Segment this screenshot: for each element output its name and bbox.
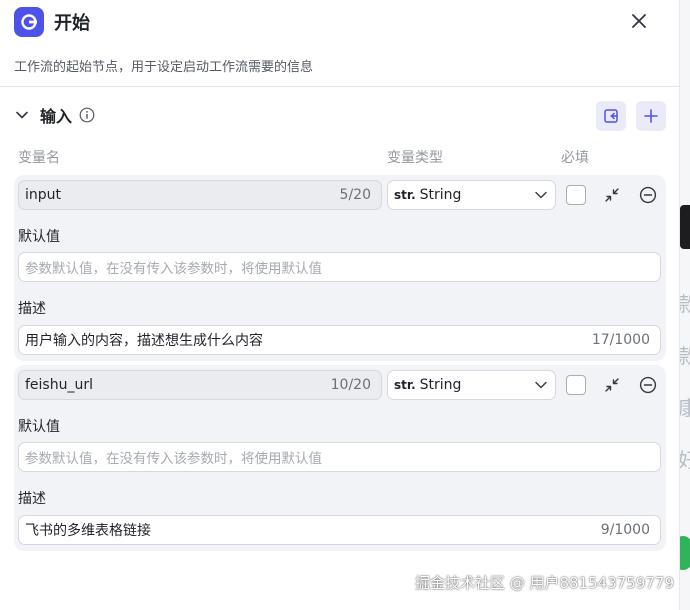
default-value-label: 默认值 <box>18 419 60 435</box>
chevron-down-icon <box>535 381 547 389</box>
info-icon[interactable] <box>79 107 95 123</box>
background-canvas-edge: 款 款 康 好 <box>680 0 690 610</box>
background-glyph: 款 <box>680 288 690 317</box>
type-tag: str. <box>394 188 416 202</box>
background-glyph: 康 <box>680 392 690 421</box>
close-icon[interactable] <box>629 11 649 31</box>
remove-variable-icon[interactable] <box>638 375 658 395</box>
input-section-header: 输入 <box>0 87 679 143</box>
background-glyph: 款 <box>680 340 690 369</box>
default-value-placeholder: 参数默认值，在没有传入该参数时，将使用默认值 <box>25 261 322 277</box>
variable-row: feishu_url 10/20 str. String <box>18 370 662 400</box>
type-value: String <box>419 187 462 203</box>
variable-type-select[interactable]: str. String <box>387 370 556 400</box>
start-node-icon <box>14 7 44 37</box>
description-value: 飞书的多维表格链接 <box>25 523 151 539</box>
description-label: 描述 <box>18 301 46 317</box>
plus-icon <box>644 109 658 123</box>
type-tag: str. <box>394 378 416 392</box>
page-title: 开始 <box>54 13 90 34</box>
background-status-dot <box>680 536 690 570</box>
import-variables-button[interactable] <box>596 101 626 131</box>
chevron-down-icon <box>535 191 547 199</box>
description-input[interactable]: 用户输入的内容，描述想生成什么内容 17/1000 <box>18 325 661 355</box>
variable-card: feishu_url 10/20 str. String 默认值 参数默认值，在… <box>14 365 666 551</box>
default-value-label: 默认值 <box>18 229 60 245</box>
watermark: 掘金技术社区 @ 用户881543759779 <box>414 574 674 592</box>
node-description: 工作流的起始节点，用于设定启动工作流需要的信息 <box>14 60 314 75</box>
collapse-icon[interactable] <box>602 375 622 395</box>
collapse-icon[interactable] <box>602 185 622 205</box>
default-value-input[interactable]: 参数默认值，在没有传入该参数时，将使用默认值 <box>18 252 661 282</box>
description-value: 用户输入的内容，描述想生成什么内容 <box>25 333 263 349</box>
remove-variable-icon[interactable] <box>638 185 658 205</box>
column-name: 变量名 <box>18 150 60 166</box>
required-checkbox[interactable] <box>566 185 586 205</box>
default-value-input[interactable]: 参数默认值，在没有传入该参数时，将使用默认值 <box>18 442 661 472</box>
description-char-count: 17/1000 <box>591 332 650 348</box>
description-input[interactable]: 飞书的多维表格链接 9/1000 <box>18 515 661 545</box>
start-node-panel: 开始 工作流的起始节点，用于设定启动工作流需要的信息 输入 变量名 变量类型 必… <box>0 0 680 610</box>
variable-name-input[interactable]: feishu_url 10/20 <box>18 370 382 400</box>
name-char-count: 5/20 <box>339 187 371 203</box>
type-value: String <box>419 377 462 393</box>
section-title: 输入 <box>40 107 73 126</box>
background-node <box>680 205 690 249</box>
variable-name-value: input <box>25 187 62 203</box>
column-headers: 变量名 变量类型 必填 <box>0 143 679 171</box>
description-label: 描述 <box>18 491 46 507</box>
add-variable-button[interactable] <box>636 101 666 131</box>
column-required: 必填 <box>561 150 589 166</box>
required-checkbox[interactable] <box>566 375 586 395</box>
panel-header: 开始 <box>0 0 679 44</box>
variable-card: input 5/20 str. String 默认值 参数默认值，在没有传入该参… <box>14 175 666 361</box>
column-type: 变量类型 <box>387 150 443 166</box>
default-value-placeholder: 参数默认值，在没有传入该参数时，将使用默认值 <box>25 451 322 467</box>
variable-name-value: feishu_url <box>25 377 93 393</box>
background-glyph: 好 <box>680 444 690 473</box>
variable-name-input[interactable]: input 5/20 <box>18 180 382 210</box>
variable-row: input 5/20 str. String <box>18 180 662 210</box>
name-char-count: 10/20 <box>330 377 371 393</box>
description-char-count: 9/1000 <box>600 522 650 538</box>
chevron-down-icon[interactable] <box>14 107 30 123</box>
variable-type-select[interactable]: str. String <box>387 180 556 210</box>
import-icon <box>604 109 618 123</box>
